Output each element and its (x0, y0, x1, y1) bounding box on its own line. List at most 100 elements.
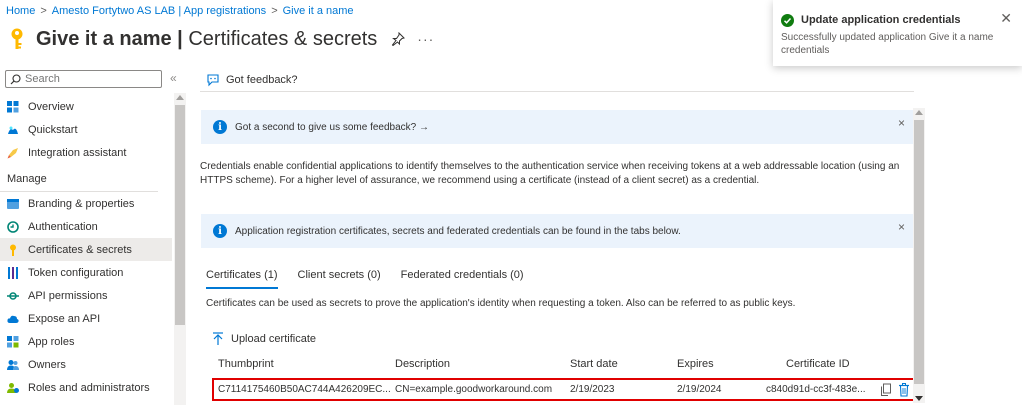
tab-certificates[interactable]: Certificates (1) (206, 269, 278, 289)
sidebar-item-authentication[interactable]: Authentication (0, 215, 172, 238)
owners-icon (7, 359, 19, 370)
quickstart-icon (8, 126, 18, 134)
column-description: Description (395, 358, 451, 370)
sidebar-item-label: Authentication (28, 220, 98, 233)
breadcrumb-home[interactable]: Home (6, 5, 35, 17)
sidebar-search[interactable] (5, 70, 162, 88)
credentials-description: Credentials enable confidential applicat… (200, 161, 900, 186)
sidebar-item-label: Owners (28, 358, 66, 371)
feedback-label: Got feedback? (226, 73, 298, 86)
roles-icon (7, 382, 19, 393)
app-name: Give it a name (36, 27, 172, 50)
certificates-description: Certificates can be used as secrets to p… (206, 298, 796, 309)
nav-section-manage: Manage (0, 164, 158, 192)
scrollbar-thumb[interactable] (175, 105, 185, 325)
app-roles-icon (7, 335, 19, 347)
upload-icon (213, 332, 223, 345)
feedback-icon (207, 73, 219, 86)
notification-title: Update application credentials (801, 14, 961, 26)
sidebar-item-certificates-secrets[interactable]: Certificates & secrets (0, 238, 172, 261)
sidebar-item-label: App roles (28, 335, 75, 348)
tabs-info-text: Application registration certificates, s… (235, 225, 681, 237)
success-check-icon (781, 14, 794, 27)
credential-tabs: Certificates (1) Client secrets (0) Fede… (206, 269, 544, 289)
column-thumbprint: Thumbprint (218, 358, 274, 370)
sidebar-item-overview[interactable]: Overview (0, 95, 172, 118)
sidebar-item-app-roles[interactable]: App roles (0, 330, 172, 353)
search-input[interactable] (25, 73, 155, 85)
sidebar-item-expose-api[interactable]: Expose an API (0, 307, 172, 330)
key-icon (11, 28, 23, 49)
cell-description: CN=example.goodworkaround.com (395, 384, 553, 395)
info-icon: i (213, 120, 227, 134)
sidebar-item-label: Integration assistant (28, 146, 127, 159)
breadcrumb-app-registrations[interactable]: Amesto Fortytwo AS LAB | App registratio… (52, 5, 266, 17)
key-icon (10, 244, 16, 256)
table-header: Thumbprint Description Start date Expire… (218, 358, 912, 374)
sidebar-item-quickstart[interactable]: Quickstart (0, 118, 172, 141)
feedback-banner-text: Got a second to give us some feedback? → (235, 121, 429, 133)
copy-icon[interactable] (880, 383, 892, 397)
content-scrollbar[interactable] (913, 108, 925, 403)
breadcrumb-app[interactable]: Give it a name (283, 5, 354, 17)
delete-icon[interactable] (898, 383, 910, 397)
info-icon: i (213, 224, 227, 238)
sidebar-scrollbar[interactable] (174, 93, 186, 405)
close-icon[interactable]: ✕ (1000, 10, 1012, 27)
upload-certificate-button[interactable]: Upload certificate (212, 332, 316, 346)
api-permissions-icon (7, 291, 19, 300)
scroll-down-arrow[interactable] (915, 396, 923, 401)
search-icon (10, 73, 21, 84)
cloud-icon (7, 315, 19, 323)
tab-federated-credentials[interactable]: Federated credentials (0) (401, 269, 524, 289)
sidebar-item-label: Quickstart (28, 123, 78, 136)
pin-icon[interactable] (391, 32, 406, 46)
sidebar-item-label: Branding & properties (28, 197, 135, 210)
sidebar-item-owners[interactable]: Owners (0, 353, 172, 376)
breadcrumb: Home > Amesto Fortytwo AS LAB | App regist… (6, 5, 354, 17)
cell-start-date: 2/19/2023 (570, 384, 615, 395)
tabs-info-banner: i Application registration certificates,… (201, 214, 913, 248)
scroll-up-arrow[interactable] (176, 95, 184, 100)
page-subtitle: Certificates & secrets (188, 27, 378, 50)
column-start-date: Start date (570, 358, 618, 370)
close-icon[interactable]: × (898, 116, 905, 130)
sidebar: « Overview Quickstart Integration assist… (0, 68, 186, 405)
notification-body: Successfully updated application Give it… (781, 32, 994, 56)
sidebar-item-label: Roles and administrators (28, 381, 150, 394)
cell-expires: 2/19/2024 (677, 384, 722, 395)
sidebar-item-token-configuration[interactable]: Token configuration (0, 261, 172, 284)
notification-toast: Update application credentials Successfu… (773, 0, 1022, 66)
sidebar-item-label: Token configuration (28, 266, 124, 279)
sidebar-item-api-permissions[interactable]: API permissions (0, 284, 172, 307)
sidebar-item-integration-assistant[interactable]: Integration assistant (0, 141, 172, 164)
scrollbar-thumb[interactable] (914, 120, 924, 384)
scroll-up-arrow[interactable] (915, 110, 923, 115)
close-icon[interactable]: × (898, 220, 905, 234)
token-icon (8, 266, 18, 279)
sidebar-item-roles-administrators[interactable]: Roles and administrators (0, 376, 172, 399)
sidebar-item-label: Overview (28, 100, 74, 113)
upload-label: Upload certificate (231, 333, 316, 345)
branding-icon (7, 198, 19, 209)
breadcrumb-separator: > (40, 5, 47, 17)
nav-list: Overview Quickstart Integration assistan… (0, 95, 172, 399)
collapse-sidebar-icon[interactable]: « (170, 71, 177, 85)
sidebar-item-label: API permissions (28, 289, 108, 302)
cell-thumbprint: C7114175460B50AC744A426209EC... (218, 384, 391, 395)
tab-client-secrets[interactable]: Client secrets (0) (298, 269, 381, 289)
cell-certificate-id: c840d91d-cc3f-483e... (766, 384, 866, 395)
feedback-button[interactable]: Got feedback? (200, 68, 914, 92)
rocket-icon (7, 147, 18, 158)
table-row[interactable]: C7114175460B50AC744A426209EC... CN=examp… (212, 378, 915, 401)
overview-icon (7, 100, 19, 112)
page-header: Give it a name | Certificates & secrets … (8, 25, 434, 53)
feedback-banner[interactable]: i Got a second to give us some feedback?… (201, 110, 913, 144)
page-title: Give it a name | Certificates & secrets (36, 27, 378, 50)
sidebar-item-label: Expose an API (28, 312, 101, 325)
more-options-icon[interactable]: ··· (417, 31, 434, 47)
breadcrumb-separator: > (271, 5, 278, 17)
sidebar-item-branding[interactable]: Branding & properties (0, 192, 172, 215)
authentication-icon (7, 220, 19, 233)
main-content: Got feedback? i Got a second to give us … (200, 68, 1022, 405)
